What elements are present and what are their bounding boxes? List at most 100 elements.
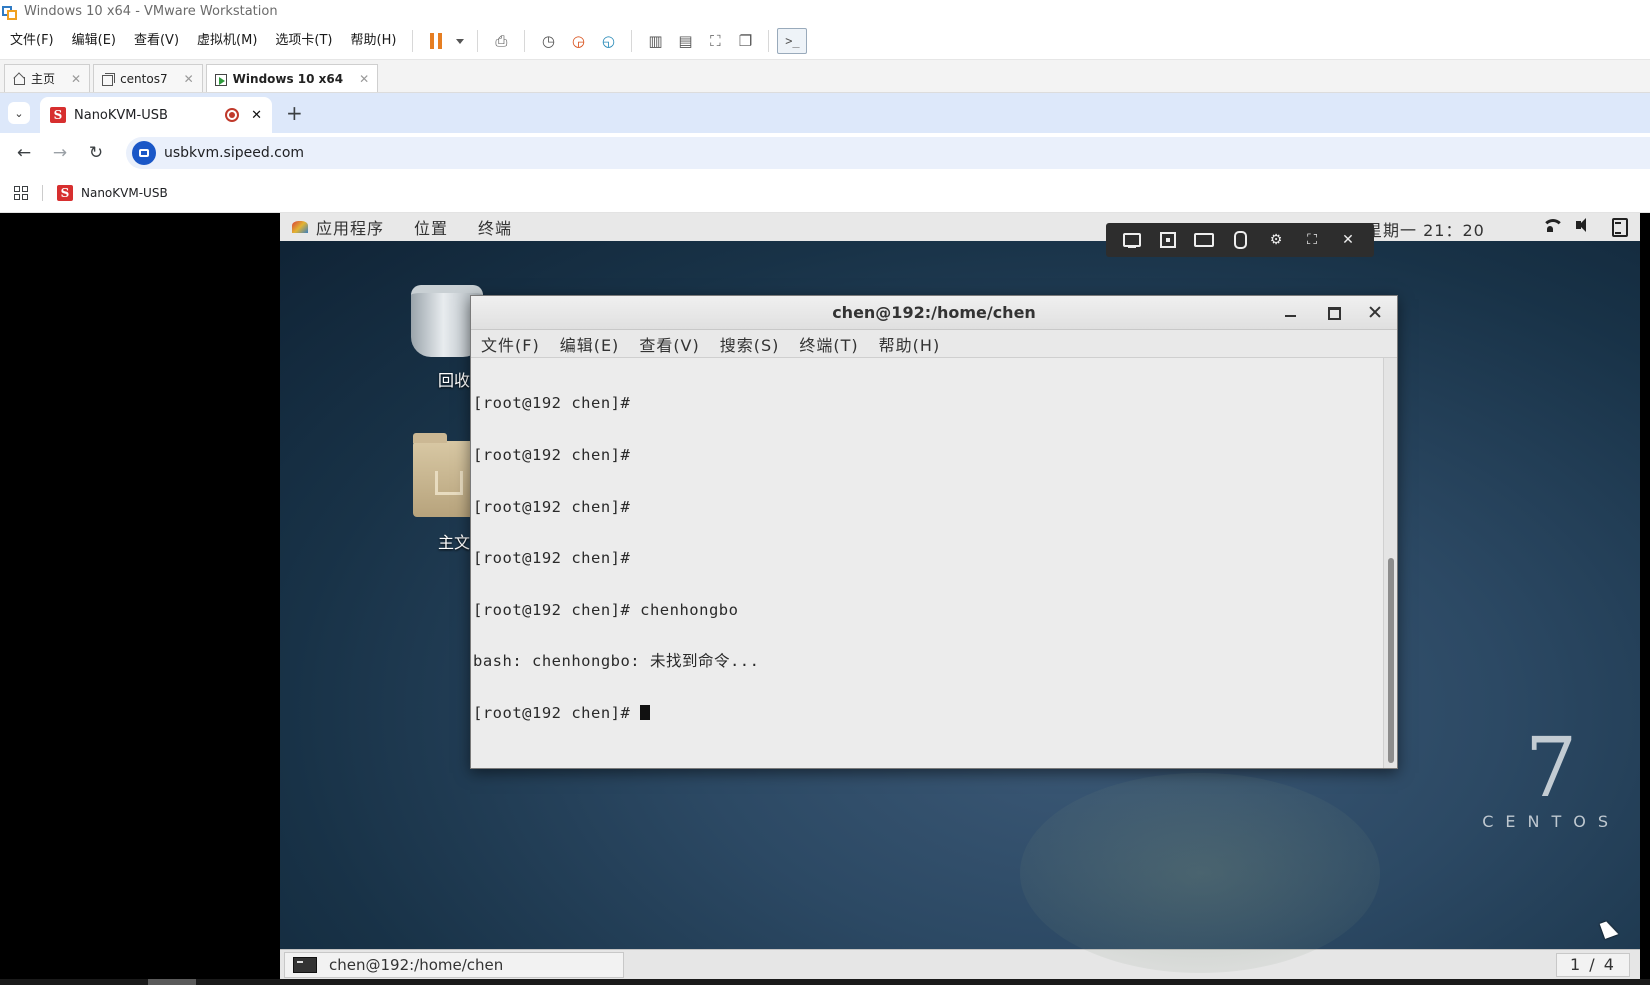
- toolbar-divider: [768, 30, 770, 52]
- close-icon[interactable]: ✕: [184, 72, 194, 86]
- keyboard-icon[interactable]: [1194, 231, 1214, 249]
- settings-gear-icon[interactable]: ⚙: [1267, 231, 1285, 249]
- toolbar-divider: [477, 30, 479, 52]
- terminal-output[interactable]: [root@192 chen]# [root@192 chen]# [root@…: [471, 358, 1383, 768]
- clock[interactable]: 星期一 21：20: [1366, 217, 1485, 241]
- bookmarks-divider: [42, 184, 43, 201]
- mouse-icon[interactable]: [1231, 231, 1249, 249]
- unity-icon: ❐: [738, 32, 753, 50]
- screen: Windows 10 x64 - VMware Workstation 文件(F…: [0, 0, 1650, 985]
- apps-grid-icon[interactable]: [14, 185, 28, 200]
- close-icon[interactable]: ✕: [359, 72, 369, 86]
- terminal-menu-view[interactable]: 查看(V): [639, 332, 699, 356]
- places-menu[interactable]: 位置: [414, 215, 448, 239]
- browser-tab-strip: ⌄ S NanoKVM-USB ✕ +: [0, 93, 1650, 133]
- kvm-viewport[interactable]: 应用程序 位置 终端 星期一 21：20 ⚙ ⛶ ✕ 回收站 7 CENTOS …: [0, 213, 1650, 985]
- menu-vm[interactable]: 虚拟机(M): [187, 29, 265, 53]
- snapshot-button[interactable]: ◷: [533, 28, 563, 54]
- library-icon: ▥: [648, 32, 663, 50]
- new-tab-button[interactable]: +: [286, 101, 303, 125]
- terminal-prompt: [root@192 chen]#: [473, 703, 641, 722]
- chevron-down-icon: [456, 38, 465, 44]
- terminal-line: [root@192 chen]#: [473, 497, 631, 516]
- show-library-button[interactable]: ▥: [640, 28, 670, 54]
- terminal-menu-search[interactable]: 搜索(S): [720, 332, 780, 356]
- menu-view[interactable]: 查看(V): [124, 29, 187, 53]
- toolbar-divider: [412, 30, 414, 52]
- recording-icon: [225, 108, 240, 122]
- terminal-window[interactable]: chen@192:/home/chen 文件(F) 编辑(E) 查看(V) 搜索…: [470, 295, 1398, 769]
- maximize-icon[interactable]: [1325, 304, 1341, 320]
- system-tray: [1542, 217, 1628, 237]
- scrollbar-thumb[interactable]: [1388, 558, 1394, 763]
- sipeed-favicon-icon: S: [50, 107, 66, 123]
- reload-button[interactable]: ↻: [78, 143, 114, 163]
- close-tab-icon[interactable]: ✕: [251, 108, 262, 123]
- snapshot-manager-icon: ◵: [601, 32, 615, 50]
- close-icon[interactable]: ✕: [1339, 231, 1357, 249]
- terminal-titlebar[interactable]: chen@192:/home/chen: [471, 296, 1397, 330]
- revert-snapshot-button[interactable]: ◶: [563, 28, 593, 54]
- thumbnail-icon: ▤: [678, 32, 693, 50]
- menu-help[interactable]: 帮助(H): [341, 29, 405, 53]
- vm-icon: [102, 72, 116, 86]
- pause-button[interactable]: [421, 28, 451, 54]
- console-view-button[interactable]: >_: [777, 28, 808, 54]
- terminal-menu-terminal[interactable]: 终端(T): [799, 332, 858, 356]
- terminal-prompt-line: [root@192 chen]#: [473, 703, 1381, 722]
- camera-in-use-icon[interactable]: [132, 141, 156, 165]
- fullscreen-icon[interactable]: ⛶: [1303, 231, 1321, 249]
- monitor-icon[interactable]: [1123, 231, 1141, 249]
- scrollbar-thumb[interactable]: [148, 979, 196, 985]
- browser-address-row: ← → ↻ usbkvm.sipeed.com: [0, 133, 1650, 173]
- terminal-menu[interactable]: 终端: [478, 215, 512, 239]
- browser-tab[interactable]: S NanoKVM-USB ✕: [40, 97, 272, 133]
- bookmark-nanokvm[interactable]: S NanoKVM-USB: [57, 184, 168, 201]
- power-dropdown-button[interactable]: [451, 28, 469, 54]
- terminal-menu-edit[interactable]: 编辑(E): [560, 332, 620, 356]
- close-icon[interactable]: ✕: [71, 72, 81, 86]
- address-bar[interactable]: usbkvm.sipeed.com: [126, 137, 1650, 169]
- thumbnail-bar-button[interactable]: ▤: [670, 28, 700, 54]
- menu-tabs[interactable]: 选项卡(T): [265, 29, 340, 53]
- minimize-icon[interactable]: [1283, 304, 1299, 320]
- workspace-switcher[interactable]: 1 / 4: [1556, 953, 1630, 977]
- applications-menu[interactable]: 应用程序: [316, 215, 384, 239]
- unity-button[interactable]: ❐: [730, 28, 760, 54]
- console-icon: >_: [785, 34, 800, 48]
- vmware-logo-icon: [2, 4, 18, 20]
- sipeed-favicon-icon: S: [57, 184, 73, 201]
- terminal-menu-help[interactable]: 帮助(H): [879, 332, 941, 356]
- vm-running-icon: [214, 73, 227, 86]
- forward-button[interactable]: →: [42, 143, 78, 163]
- gnome-bottom-panel: chen@192:/home/chen 1 / 4: [280, 949, 1640, 979]
- terminal-scrollbar[interactable]: [1383, 358, 1397, 768]
- clipboard-icon[interactable]: [1610, 217, 1628, 237]
- terminal-menubar: 文件(F) 编辑(E) 查看(V) 搜索(S) 终端(T) 帮助(H): [471, 330, 1397, 358]
- send-ctrl-alt-del-button[interactable]: ⎙: [486, 28, 516, 54]
- terminal-menu-file[interactable]: 文件(F): [481, 332, 540, 356]
- terminal-line: [root@192 chen]#: [473, 394, 631, 413]
- snapshot-manager-button[interactable]: ◵: [593, 28, 623, 54]
- back-button[interactable]: ←: [6, 143, 42, 163]
- tab-windows-10[interactable]: Windows 10 x64 ✕: [205, 64, 379, 92]
- tab-centos7[interactable]: centos7 ✕: [93, 64, 203, 92]
- chevron-down-icon: ⌄: [14, 106, 24, 120]
- menu-edit[interactable]: 编辑(E): [62, 29, 124, 53]
- tab-home[interactable]: 主页 ✕: [4, 64, 91, 92]
- chip-icon[interactable]: [1159, 231, 1177, 249]
- vmware-toolbar: 文件(F) 编辑(E) 查看(V) 虚拟机(M) 选项卡(T) 帮助(H) ⎙ …: [0, 23, 1650, 60]
- close-icon[interactable]: [1367, 304, 1383, 320]
- guest-desktop[interactable]: 应用程序 位置 终端 星期一 21：20 ⚙ ⛶ ✕ 回收站 7 CENTOS …: [280, 213, 1640, 979]
- volume-icon[interactable]: [1576, 217, 1592, 233]
- toolbar-divider: [524, 30, 526, 52]
- horizontal-scrollbar[interactable]: [0, 979, 1650, 985]
- menu-file[interactable]: 文件(F): [0, 29, 62, 53]
- full-screen-button[interactable]: ⛶: [700, 28, 730, 54]
- wifi-icon[interactable]: [1542, 217, 1564, 233]
- vmware-tab-strip: 主页 ✕ centos7 ✕ Windows 10 x64 ✕: [0, 60, 1650, 93]
- address-text: usbkvm.sipeed.com: [164, 145, 305, 161]
- tab-search-button[interactable]: ⌄: [8, 102, 30, 124]
- kvm-control-toolbar: ⚙ ⛶ ✕: [1106, 223, 1374, 257]
- taskbar-terminal[interactable]: chen@192:/home/chen: [284, 951, 624, 978]
